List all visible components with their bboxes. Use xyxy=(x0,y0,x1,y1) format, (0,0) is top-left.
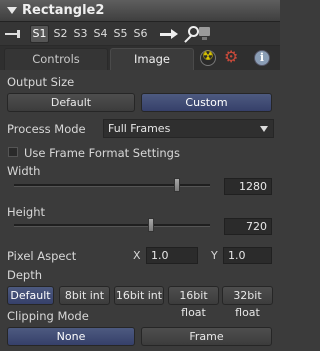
gear-icon[interactable] xyxy=(224,47,240,66)
output-size-label: Output Size xyxy=(7,75,75,89)
output-size-custom-button[interactable]: Custom xyxy=(141,93,272,112)
pixel-aspect-label: Pixel Aspect xyxy=(7,249,77,263)
chevron-down-icon xyxy=(260,126,268,132)
process-mode-dropdown[interactable]: Full Frames xyxy=(103,119,274,138)
radiation-icon[interactable] xyxy=(200,49,216,66)
tab-controls[interactable]: Controls xyxy=(4,48,108,70)
height-input[interactable]: 720 xyxy=(224,218,272,235)
collapse-arrow-icon[interactable] xyxy=(7,7,17,14)
pin-icon[interactable] xyxy=(5,30,23,38)
depth-label: Depth xyxy=(7,268,43,282)
slot-s5-button[interactable]: S5 xyxy=(111,25,130,43)
depth-16bit-float-button[interactable]: 16bit float xyxy=(168,286,219,319)
toolbar: S1 S2 S3 S4 S5 S6 xyxy=(0,22,280,46)
height-slider-track[interactable] xyxy=(14,224,210,227)
slot-s6-button[interactable]: S6 xyxy=(131,25,150,43)
pixel-aspect-y-label: Y xyxy=(211,249,218,262)
view-monitor-icon[interactable] xyxy=(198,26,212,42)
width-slider-track[interactable] xyxy=(14,184,210,187)
tool-title: Rectangle2 xyxy=(22,3,105,18)
pixel-aspect-x-input[interactable]: 1.0 xyxy=(146,247,198,264)
use-frame-format-checkbox[interactable] xyxy=(8,147,18,157)
height-slider-thumb[interactable] xyxy=(148,218,155,232)
width-slider-thumb[interactable] xyxy=(173,178,180,192)
slot-s4-button[interactable]: S4 xyxy=(91,25,110,43)
title-bar[interactable]: Rectangle2 xyxy=(0,0,280,22)
pixel-aspect-x-label: X xyxy=(133,249,141,262)
arrow-right-icon[interactable] xyxy=(160,29,178,39)
width-input[interactable]: 1280 xyxy=(224,178,272,195)
tab-bar: Controls Image xyxy=(0,46,280,70)
process-mode-label: Process Mode xyxy=(7,122,86,136)
use-frame-format-label: Use Frame Format Settings xyxy=(24,146,180,160)
key-icon[interactable] xyxy=(180,26,199,42)
slot-s3-button[interactable]: S3 xyxy=(71,25,90,43)
slot-s1-button[interactable]: S1 xyxy=(30,25,49,43)
depth-default-button[interactable]: Default xyxy=(7,286,54,305)
tab-image[interactable]: Image xyxy=(110,48,194,70)
pixel-aspect-y-input[interactable]: 1.0 xyxy=(223,247,272,264)
clipping-none-button[interactable]: None xyxy=(7,327,135,346)
height-label: Height xyxy=(7,205,46,219)
width-label: Width xyxy=(7,164,41,178)
depth-8bit-int-button[interactable]: 8bit int xyxy=(59,286,110,305)
process-mode-value: Full Frames xyxy=(108,122,171,135)
depth-32bit-float-button[interactable]: 32bit float xyxy=(222,286,273,319)
slot-s2-button[interactable]: S2 xyxy=(51,25,70,43)
clipping-mode-label: Clipping Mode xyxy=(7,309,89,323)
clipping-frame-button[interactable]: Frame xyxy=(141,327,272,346)
depth-16bit-int-button[interactable]: 16bit int xyxy=(114,286,164,305)
output-size-default-button[interactable]: Default xyxy=(7,93,135,112)
info-icon[interactable] xyxy=(254,50,270,66)
